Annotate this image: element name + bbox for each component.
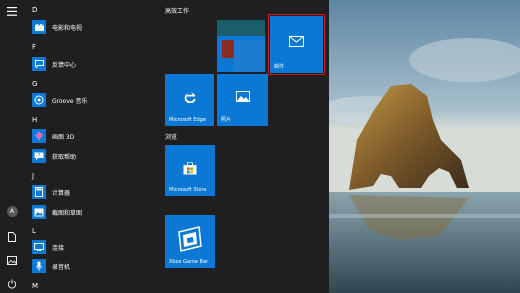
paint-3d-icon bbox=[32, 129, 46, 143]
get-help-icon: ? bbox=[32, 149, 46, 163]
section-header-d[interactable]: D bbox=[32, 6, 37, 14]
section-header-l[interactable]: L bbox=[32, 227, 36, 235]
feedback-hub-icon bbox=[32, 57, 46, 71]
app-label: 录音机 bbox=[52, 263, 71, 271]
calculator-icon bbox=[32, 185, 46, 199]
app-label: 截图和草图 bbox=[52, 209, 83, 217]
wallpaper-image bbox=[329, 0, 520, 293]
tile-label: Microsoft Store bbox=[169, 187, 207, 193]
tile-office-mosaic[interactable] bbox=[217, 20, 265, 72]
connect-icon bbox=[32, 240, 46, 254]
tile-mosaic-red bbox=[222, 40, 234, 58]
section-header-m[interactable]: M bbox=[32, 282, 38, 290]
app-item-paint3d[interactable]: 画图 3D bbox=[32, 127, 152, 145]
snip-sketch-icon bbox=[32, 205, 46, 219]
app-list: D 电影和电视 F 反馈中心 G Groove 音乐 H 画图 3D ? 获取帮… bbox=[24, 0, 154, 293]
xbox-game-bar-icon bbox=[165, 225, 215, 253]
app-label: 计算器 bbox=[52, 189, 71, 197]
app-label: 连接 bbox=[52, 244, 65, 252]
tile-edge[interactable]: Microsoft Edge bbox=[165, 74, 214, 126]
photos-icon bbox=[217, 88, 268, 104]
app-item-groove[interactable]: Groove 音乐 bbox=[32, 91, 152, 109]
section-header-g[interactable]: G bbox=[32, 80, 37, 88]
tile-label: 照片 bbox=[221, 117, 232, 123]
app-item-film[interactable]: 电影和电视 bbox=[32, 18, 152, 36]
app-label: 获取帮助 bbox=[52, 153, 77, 161]
documents-icon[interactable] bbox=[4, 229, 20, 245]
tile-mosaic-blue bbox=[234, 40, 265, 72]
group-label-work[interactable]: 高效工作 bbox=[165, 6, 189, 15]
selection-highlight-box bbox=[268, 14, 325, 75]
app-item-snip[interactable]: 截图和草图 bbox=[32, 203, 152, 221]
tile-store[interactable]: Microsoft Store bbox=[165, 145, 215, 196]
tile-mosaic-top bbox=[217, 20, 265, 36]
start-menu: A D 电影和电视 F 反馈中心 G Groove 音乐 H 画图 3D ? 获… bbox=[0, 0, 329, 293]
group-label-browse[interactable]: 浏览 bbox=[165, 132, 177, 141]
app-item-calculator[interactable]: 计算器 bbox=[32, 183, 152, 201]
tile-label: Xbox Game Bar bbox=[169, 259, 209, 265]
hamburger-menu-icon[interactable] bbox=[4, 3, 20, 19]
edge-icon bbox=[165, 86, 214, 106]
app-label: Groove 音乐 bbox=[52, 97, 88, 105]
power-icon[interactable] bbox=[4, 276, 20, 292]
store-bag-icon bbox=[165, 159, 215, 177]
app-label: 反馈中心 bbox=[52, 61, 77, 69]
tile-photos[interactable]: 照片 bbox=[217, 74, 268, 126]
app-item-feedback[interactable]: 反馈中心 bbox=[32, 55, 152, 73]
pictures-icon[interactable] bbox=[4, 252, 20, 268]
start-rail: A bbox=[0, 0, 24, 293]
groove-music-icon bbox=[32, 93, 46, 107]
svg-text:?: ? bbox=[38, 153, 41, 159]
app-item-gethelp[interactable]: ? 获取帮助 bbox=[32, 147, 152, 165]
avatar-letter: A bbox=[6, 205, 18, 217]
section-header-f[interactable]: F bbox=[32, 43, 36, 51]
app-label: 画图 3D bbox=[52, 133, 75, 141]
app-item-recorder[interactable]: 录音机 bbox=[32, 257, 152, 275]
app-item-connect[interactable]: 连接 bbox=[32, 238, 152, 256]
tile-label: Microsoft Edge bbox=[169, 117, 206, 123]
desktop-wallpaper bbox=[329, 0, 520, 293]
film-icon bbox=[32, 20, 46, 34]
section-header-h[interactable]: H bbox=[32, 116, 37, 124]
app-label: 电影和电视 bbox=[52, 24, 83, 32]
user-avatar-icon[interactable]: A bbox=[4, 203, 20, 219]
tile-xbox-game-bar[interactable]: Xbox Game Bar bbox=[165, 215, 215, 268]
voice-recorder-icon bbox=[32, 259, 46, 273]
section-header-j[interactable]: J bbox=[32, 172, 34, 180]
